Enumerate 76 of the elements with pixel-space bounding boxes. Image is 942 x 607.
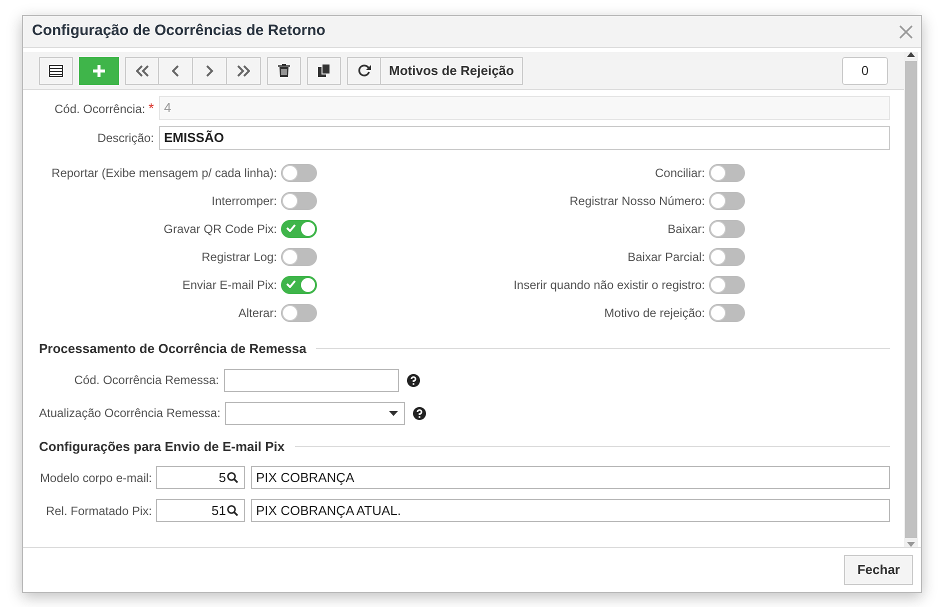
double-chevron-right-icon: [237, 64, 250, 76]
toggle-switch[interactable]: [281, 164, 317, 182]
search-icon[interactable]: [227, 472, 238, 483]
help-icon[interactable]: [413, 406, 426, 420]
toggle-label: Interromper:: [212, 193, 277, 210]
check-icon: [286, 280, 296, 288]
toggle-switch[interactable]: [709, 248, 745, 266]
text-field[interactable]: EMISSÃO: [159, 126, 890, 150]
toggle-switch[interactable]: [281, 192, 317, 210]
chevron-right-icon: [206, 64, 214, 76]
last-button[interactable]: [227, 56, 261, 84]
description-field: PIX COBRANÇA ATUAL.: [251, 499, 890, 522]
dialog-title: Configuração de Ocorrências de Retorno: [32, 21, 326, 42]
toggle-switch[interactable]: [709, 164, 745, 182]
toggle-switch[interactable]: [709, 304, 745, 322]
field-label: Atualização Ocorrência Remessa:: [39, 405, 221, 422]
help-icon[interactable]: [407, 374, 420, 386]
toggle-label: Enviar E-mail Pix:: [182, 277, 277, 294]
toggle-switch[interactable]: [709, 276, 745, 294]
toggle-switch[interactable]: [709, 192, 745, 210]
scroll-up-icon[interactable]: [907, 52, 915, 57]
trash-icon: [278, 64, 290, 77]
next-button[interactable]: [193, 56, 227, 84]
toggle-switch[interactable]: [281, 276, 317, 294]
refresh-icon: [358, 64, 370, 77]
field-label: Cód. Ocorrência:: [54, 102, 146, 116]
code-field[interactable]: 51: [156, 499, 245, 522]
code-value: 5: [218, 468, 226, 487]
scroll-down-icon[interactable]: [907, 542, 915, 547]
caret-icon: [389, 410, 398, 416]
record-counter: 0: [842, 56, 888, 84]
toggle-switch[interactable]: [281, 304, 317, 322]
check-icon: [286, 224, 296, 232]
toggle-switch[interactable]: [709, 220, 745, 238]
toggle-label: Baixar Parcial:: [628, 249, 705, 266]
grid-view-button[interactable]: [39, 56, 73, 84]
toggle-label: Registrar Nosso Número:: [570, 193, 705, 210]
previous-button[interactable]: [159, 56, 193, 84]
toggle-label: Gravar QR Code Pix:: [164, 221, 277, 238]
section-title: Processamento de Ocorrência de Remessa: [39, 340, 306, 358]
field-label: Modelo corpo e-mail:: [39, 470, 152, 486]
section-title: Configurações para Envio de E-mail Pix: [39, 438, 285, 456]
field-label: Descrição:: [96, 130, 155, 147]
toggle-label: Reportar (Exibe mensagem p/ cada linha):: [52, 165, 277, 182]
code-value: 51: [212, 502, 226, 520]
close-button[interactable]: Fechar: [844, 555, 913, 585]
copy-icon: [318, 64, 330, 77]
add-button[interactable]: [79, 56, 119, 84]
close-icon[interactable]: [899, 24, 913, 38]
toggle-label: Alterar:: [238, 305, 277, 322]
search-icon[interactable]: [227, 505, 238, 516]
copy-button[interactable]: [307, 56, 341, 84]
toggle-label: Inserir quando não existir o registro:: [514, 277, 705, 294]
toggle-label: Motivo de rejeição:: [604, 305, 705, 322]
rejection-reasons-button[interactable]: Motivos de Rejeição: [381, 56, 523, 84]
toggle-switch[interactable]: [281, 220, 317, 238]
required-mark: *: [148, 100, 154, 116]
field-label: Rel. Formatado Pix:: [44, 502, 152, 520]
code-field[interactable]: 5: [156, 466, 245, 489]
refresh-button[interactable]: [347, 56, 381, 84]
chevron-left-icon: [172, 64, 180, 76]
first-button[interactable]: [125, 56, 159, 84]
table-icon: [49, 64, 63, 76]
text-field: 4: [159, 96, 890, 120]
dropdown-field[interactable]: [225, 402, 405, 424]
plus-icon: [93, 64, 105, 76]
toggle-label: Registrar Log:: [202, 249, 277, 266]
toggle-label: Conciliar:: [654, 165, 705, 182]
toggle-label: Baixar:: [668, 221, 705, 238]
scrollbar[interactable]: [904, 52, 918, 547]
description-field: PIX COBRANÇA: [251, 466, 890, 489]
field-label: Cód. Ocorrência Remessa:: [73, 372, 220, 389]
delete-button[interactable]: [267, 56, 301, 84]
toggle-switch[interactable]: [281, 248, 317, 266]
text-field[interactable]: [224, 368, 399, 392]
double-chevron-left-icon: [136, 64, 148, 76]
